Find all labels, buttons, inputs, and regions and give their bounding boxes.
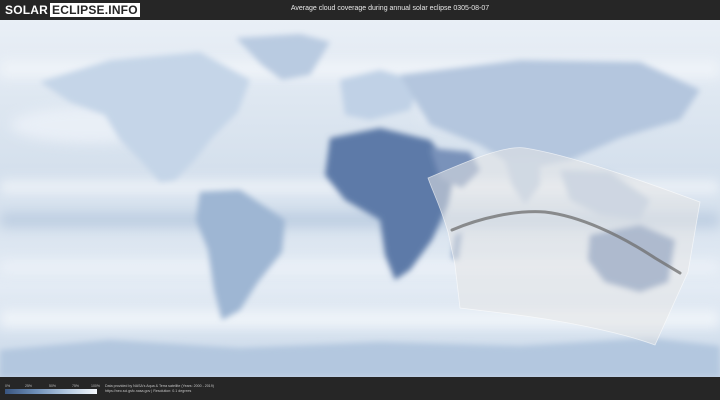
cloud-coverage-map: [0, 20, 720, 377]
data-credit: Data provided by NASA's Aqua & Terra sat…: [105, 384, 214, 394]
cloud-coverage-legend-bar: [5, 389, 97, 394]
legend-tick-0: 0%: [5, 384, 11, 388]
legend-tick-25: 25%: [25, 384, 33, 388]
solar-eclipse-logo[interactable]: SOLAR ECLIPSE.INFO: [5, 3, 140, 17]
top-bar: SOLAR ECLIPSE.INFO Average cloud coverag…: [0, 0, 720, 20]
antarctica: [0, 338, 720, 377]
legend-tick-75: 75%: [72, 384, 80, 388]
legend-tick-50: 50%: [49, 384, 57, 388]
logo-eclipse-text: ECLIPSE.INFO: [50, 3, 140, 17]
credit-line-2: https://neo.sci.gsfc.nasa.gov | Resoluti…: [105, 389, 192, 393]
page-title: Average cloud coverage during annual sol…: [290, 5, 490, 12]
logo-solar-text: SOLAR: [5, 3, 48, 17]
legend-tick-100: 100%: [91, 384, 100, 388]
